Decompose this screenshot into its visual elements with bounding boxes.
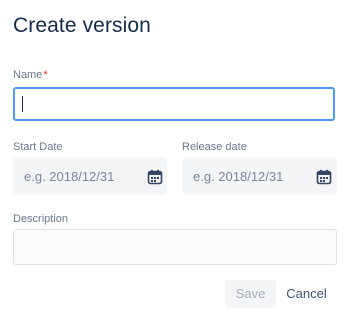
release-date-placeholder: e.g. 2018/12/31 <box>193 169 284 184</box>
dialog-title: Create version <box>13 14 151 37</box>
name-input[interactable] <box>13 87 335 121</box>
release-date-label: Release date <box>182 141 247 153</box>
calendar-icon[interactable] <box>316 169 332 185</box>
text-caret <box>22 96 23 112</box>
start-date-placeholder: e.g. 2018/12/31 <box>24 169 115 184</box>
release-date-field[interactable]: e.g. 2018/12/31 <box>182 158 337 194</box>
name-label: Name* <box>13 68 48 82</box>
required-marker: * <box>43 69 48 81</box>
save-button[interactable]: Save <box>225 280 276 308</box>
create-version-dialog: Create version Name* Start Date e.g. 201… <box>0 0 351 319</box>
name-label-text: Name <box>13 69 43 81</box>
calendar-icon[interactable] <box>147 169 163 185</box>
description-label: Description <box>13 213 69 225</box>
description-input[interactable] <box>13 229 337 265</box>
start-date-label: Start Date <box>13 141 63 153</box>
cancel-button[interactable]: Cancel <box>276 280 337 308</box>
start-date-field[interactable]: e.g. 2018/12/31 <box>13 158 167 194</box>
